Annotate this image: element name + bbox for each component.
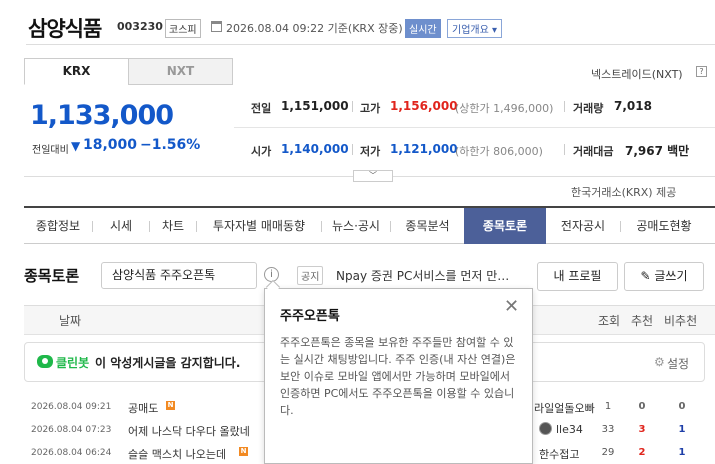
pencil-icon: ✎ bbox=[640, 269, 651, 283]
avatar bbox=[539, 422, 552, 435]
row-date: 2026.08.04 07:23 bbox=[31, 425, 112, 435]
open-value: 1,140,000 bbox=[281, 142, 349, 156]
open-label: 시가 bbox=[251, 145, 272, 158]
cleanbot-name: 클린봇 bbox=[56, 356, 90, 370]
header-divider bbox=[26, 44, 715, 45]
popover-title: 주주오픈톡 bbox=[280, 309, 340, 324]
company-info-button[interactable]: 기업개요 ▾ bbox=[447, 19, 503, 38]
data-source: 한국거래소(KRX) 제공 bbox=[571, 186, 677, 199]
row-likes: 2 bbox=[638, 447, 646, 458]
notice-link[interactable]: Npay 증권 PC서비스를 먼저 만… bbox=[336, 267, 509, 284]
col-likes: 추천 bbox=[631, 314, 654, 328]
col-date: 날짜 bbox=[59, 314, 82, 328]
change-value: 18,000 bbox=[83, 137, 138, 153]
close-icon[interactable]: ✕ bbox=[504, 298, 519, 316]
chevron-down-icon: ▾ bbox=[492, 25, 498, 36]
tab-investor-trends[interactable]: 투자자별 매매동향 bbox=[197, 208, 321, 244]
row-author[interactable]: 한수접고 bbox=[539, 446, 579, 462]
calendar-icon bbox=[211, 21, 222, 32]
divider bbox=[564, 144, 565, 155]
cleanbot-icon bbox=[37, 355, 53, 368]
nextrade-label: 넥스트레이드(NXT) bbox=[591, 68, 683, 81]
col-dislikes: 비추천 bbox=[664, 314, 698, 328]
stock-code: 003230 bbox=[117, 20, 163, 33]
amount-label: 거래대금 bbox=[573, 145, 614, 158]
notice-badge: 공지 bbox=[297, 266, 324, 285]
tab-chart[interactable]: 차트 bbox=[150, 208, 196, 244]
row-dislikes: 1 bbox=[678, 424, 686, 435]
tab-disclosure[interactable]: 전자공시 bbox=[546, 208, 620, 244]
main-nav: 종합정보 시세 차트 투자자별 매매동향 뉴스·공시 종목분석 종목토론 전자공… bbox=[24, 206, 715, 244]
col-views: 조회 bbox=[598, 314, 621, 328]
row-views: 33 bbox=[601, 424, 615, 435]
page-title: 삼양식품 bbox=[28, 17, 102, 41]
volume-value: 7,018 bbox=[614, 99, 652, 113]
help-icon[interactable]: ? bbox=[696, 66, 707, 77]
row-author[interactable]: lle34 bbox=[556, 423, 583, 436]
row-title[interactable]: 어제 나스닥 다우다 올랐네 bbox=[128, 423, 250, 439]
prev-close-value: 1,151,000 bbox=[281, 99, 349, 113]
tab-krx[interactable]: KRX bbox=[24, 58, 129, 85]
divider bbox=[564, 101, 565, 112]
tab-nxt[interactable]: NXT bbox=[128, 58, 233, 85]
tab-news[interactable]: 뉴스·공시 bbox=[322, 208, 390, 244]
tab-overview[interactable]: 종합정보 bbox=[24, 208, 92, 244]
row-title[interactable]: 슬슬 맥스치 나오는데 bbox=[128, 446, 226, 462]
row-author[interactable]: 라일얼돌오빠 bbox=[534, 400, 595, 416]
down-triangle-icon: ▼ bbox=[71, 139, 81, 153]
row-likes: 0 bbox=[638, 401, 646, 412]
open-talk-button[interactable]: 삼양식품 주주오픈톡 bbox=[101, 262, 257, 289]
tab-discussion[interactable]: 종목토론 bbox=[464, 208, 546, 244]
row-views: 29 bbox=[601, 447, 615, 458]
new-badge: N bbox=[239, 447, 248, 456]
change-label: 전일대비 bbox=[32, 145, 69, 156]
row-likes: 3 bbox=[638, 424, 646, 435]
change-percent: −1.56% bbox=[140, 137, 201, 153]
expand-chevron-icon[interactable]: ﹀ bbox=[353, 170, 393, 182]
low-label: 저가 bbox=[360, 145, 381, 158]
tab-price[interactable]: 시세 bbox=[93, 208, 149, 244]
quote-datetime: 2026.08.04 09:22 기준(KRX 장중) bbox=[226, 22, 403, 35]
row-date: 2026.08.04 06:24 bbox=[31, 448, 112, 458]
divider bbox=[352, 144, 353, 155]
my-profile-button[interactable]: 내 프로필 bbox=[537, 262, 618, 291]
divider bbox=[352, 101, 353, 112]
new-badge: N bbox=[166, 401, 175, 410]
row-dislikes: 0 bbox=[678, 401, 686, 412]
row-date: 2026.08.04 09:21 bbox=[31, 402, 112, 412]
tab-short-selling[interactable]: 공매도현황 bbox=[621, 208, 707, 244]
row-title[interactable]: 공매도 bbox=[128, 400, 158, 416]
quote-row-divider bbox=[234, 127, 715, 128]
write-button[interactable]: ✎ 글쓰기 bbox=[624, 262, 704, 291]
current-price: 1,133,000 bbox=[30, 100, 174, 131]
realtime-badge: 실시간 bbox=[405, 19, 441, 38]
market-badge: 코스피 bbox=[165, 19, 201, 38]
popover-body: 주주오픈톡은 종목을 보유한 주주들만 참여할 수 있는 실시간 채팅방입니다.… bbox=[280, 336, 516, 417]
lower-limit: (하한가 806,000) bbox=[455, 145, 543, 158]
row-dislikes: 1 bbox=[678, 447, 686, 458]
volume-label: 거래량 bbox=[573, 102, 604, 115]
settings-link[interactable]: 설정 bbox=[667, 355, 689, 372]
amount-value: 7,967 백만 bbox=[625, 144, 690, 158]
low-value: 1,121,000 bbox=[390, 142, 458, 156]
high-value: 1,156,000 bbox=[390, 99, 458, 113]
prev-close-label: 전일 bbox=[251, 102, 272, 115]
upper-limit: (상한가 1,496,000) bbox=[455, 102, 554, 115]
high-label: 고가 bbox=[360, 102, 381, 115]
tab-analysis[interactable]: 종목분석 bbox=[391, 208, 464, 244]
cleanbot-text: 이 악성게시글을 감지합니다. bbox=[95, 356, 241, 370]
gear-icon[interactable]: ⚙ bbox=[654, 355, 665, 369]
row-views: 1 bbox=[604, 401, 612, 412]
section-title: 종목토론 bbox=[24, 267, 80, 285]
